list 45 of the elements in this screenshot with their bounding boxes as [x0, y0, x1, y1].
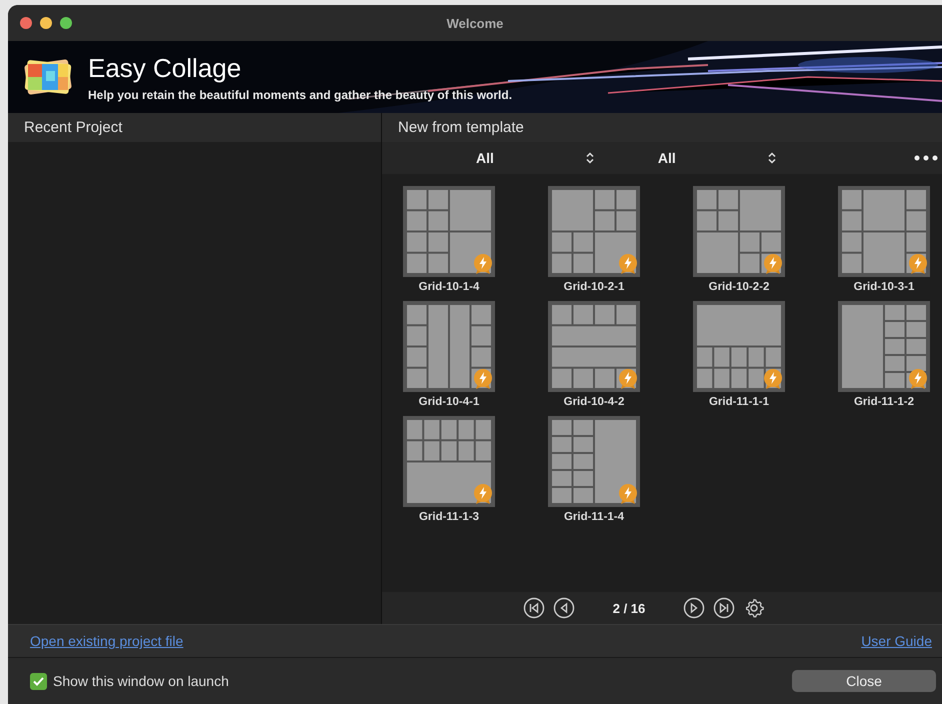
chevron-icon — [586, 152, 594, 164]
layout-thumbnail[interactable] — [403, 186, 495, 277]
close-window-icon[interactable] — [20, 17, 32, 29]
close-button[interactable]: Close — [792, 670, 936, 692]
layout-thumbnail[interactable] — [403, 301, 495, 392]
checkbox[interactable] — [30, 672, 47, 690]
settings-button[interactable] — [743, 597, 766, 619]
template-name: Grid-10-1-4 — [418, 281, 480, 293]
open-project-link[interactable]: Open existing project file — [30, 633, 184, 649]
checkmark-icon — [33, 676, 44, 686]
layout-thumbnail[interactable] — [548, 416, 640, 507]
template-name: Grid-11-1-3 — [418, 511, 480, 523]
template-name: Grid-10-4-1 — [418, 396, 480, 408]
page-indicator: 2 / 16 — [612, 600, 646, 616]
last-page-button[interactable] — [713, 597, 736, 619]
checkbox-label: Show this window on launch — [53, 673, 229, 689]
template-name: Grid-11-1-1 — [708, 396, 770, 408]
layout-thumbnail[interactable] — [403, 416, 495, 507]
layout-thumbnail[interactable] — [548, 301, 640, 392]
chevron-icon — [768, 152, 776, 164]
filter-select[interactable]: All — [476, 150, 594, 166]
filter-select[interactable]: All — [658, 150, 776, 166]
first-page-button[interactable] — [522, 597, 545, 619]
user-guide-link[interactable]: User Guide — [861, 633, 932, 649]
layout-thumbnail[interactable] — [693, 186, 785, 277]
maximize-window-icon[interactable] — [60, 17, 72, 29]
template-name: Grid-10-3-1 — [854, 281, 914, 293]
minimize-window-icon[interactable] — [40, 17, 52, 29]
more-icon[interactable] — [914, 155, 938, 161]
layout-thumbnail[interactable] — [548, 186, 640, 277]
section-title: Recent Project — [24, 119, 122, 136]
next-page-button[interactable] — [683, 597, 706, 619]
layout-thumbnail[interactable] — [693, 301, 785, 392]
tagline: Help you retain the beautiful moments and gather the beauty of this world. — [88, 88, 512, 102]
layout-thumbnail[interactable] — [838, 301, 930, 392]
template-name: Grid-11-1-2 — [854, 396, 914, 408]
template-name: Grid-10-2-1 — [564, 281, 624, 293]
previous-page-button[interactable] — [552, 597, 575, 619]
template-name: Grid-10-2-2 — [708, 281, 770, 293]
section-title: New from template — [398, 119, 524, 136]
window-title: Welcome — [446, 16, 504, 30]
template-name: Grid-10-4-2 — [564, 396, 624, 408]
template-name: Grid-11-1-4 — [564, 511, 624, 523]
layout-thumbnail[interactable] — [838, 186, 930, 277]
app-name: Easy Collage — [88, 52, 242, 84]
